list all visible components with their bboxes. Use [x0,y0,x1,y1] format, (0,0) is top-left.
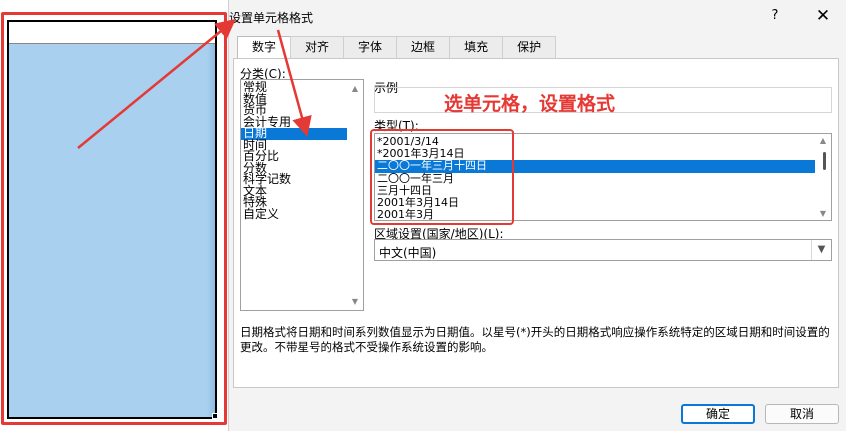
chevron-down-icon[interactable]: ▼ [811,240,831,260]
category-item-custom[interactable]: 自定义 [241,208,349,221]
format-cells-dialog: 设置单元格格式 ? ✕ 数字 对齐 字体 边框 填充 保护 分类(C): 常规 … [228,0,846,431]
dialog-titlebar[interactable]: 设置单元格格式 ? ✕ [229,0,846,32]
tab-protection[interactable]: 保护 [502,36,557,58]
highlight-box-type [370,129,514,225]
tab-fill[interactable]: 填充 [449,36,504,58]
scroll-up-icon[interactable]: ▲ [815,136,831,145]
scroll-down-icon[interactable]: ▼ [347,297,363,306]
category-scrollbar[interactable]: ▲ ▼ [347,80,363,310]
number-tab-panel: 分类(C): 常规 数值 货币 会计专用 日期 时间 百分比 分数 科学记数 文… [233,58,839,388]
tab-border[interactable]: 边框 [396,36,451,58]
tab-number[interactable]: 数字 [237,36,292,59]
type-scrollbar[interactable]: ▲ ▼ [815,134,831,220]
cancel-button[interactable]: 取消 [765,404,839,424]
help-button[interactable]: ? [764,6,786,26]
scroll-down-icon[interactable]: ▼ [815,209,831,218]
tab-alignment[interactable]: 对齐 [290,36,345,58]
format-description: 日期格式将日期和时间系列数值显示为日期值。以星号(*)开头的日期格式响应操作系统… [240,325,830,354]
locale-select[interactable]: 中文(中国) ▼ [374,239,832,261]
scroll-up-icon[interactable]: ▲ [347,84,363,93]
tab-font[interactable]: 字体 [343,36,398,58]
ok-button[interactable]: 确定 [681,404,755,424]
category-list[interactable]: 常规 数值 货币 会计专用 日期 时间 百分比 分数 科学记数 文本 特殊 自定… [240,79,364,311]
highlight-box-selection [1,12,227,425]
scroll-thumb[interactable] [823,152,826,170]
spreadsheet-area [0,0,228,431]
tab-strip: 数字 对齐 字体 边框 填充 保护 [237,36,557,59]
dialog-title: 设置单元格格式 [229,11,314,25]
annotation-text: 选单元格，设置格式 [444,93,616,115]
locale-value: 中文(中国) [379,246,437,260]
close-button[interactable]: ✕ [812,5,834,27]
